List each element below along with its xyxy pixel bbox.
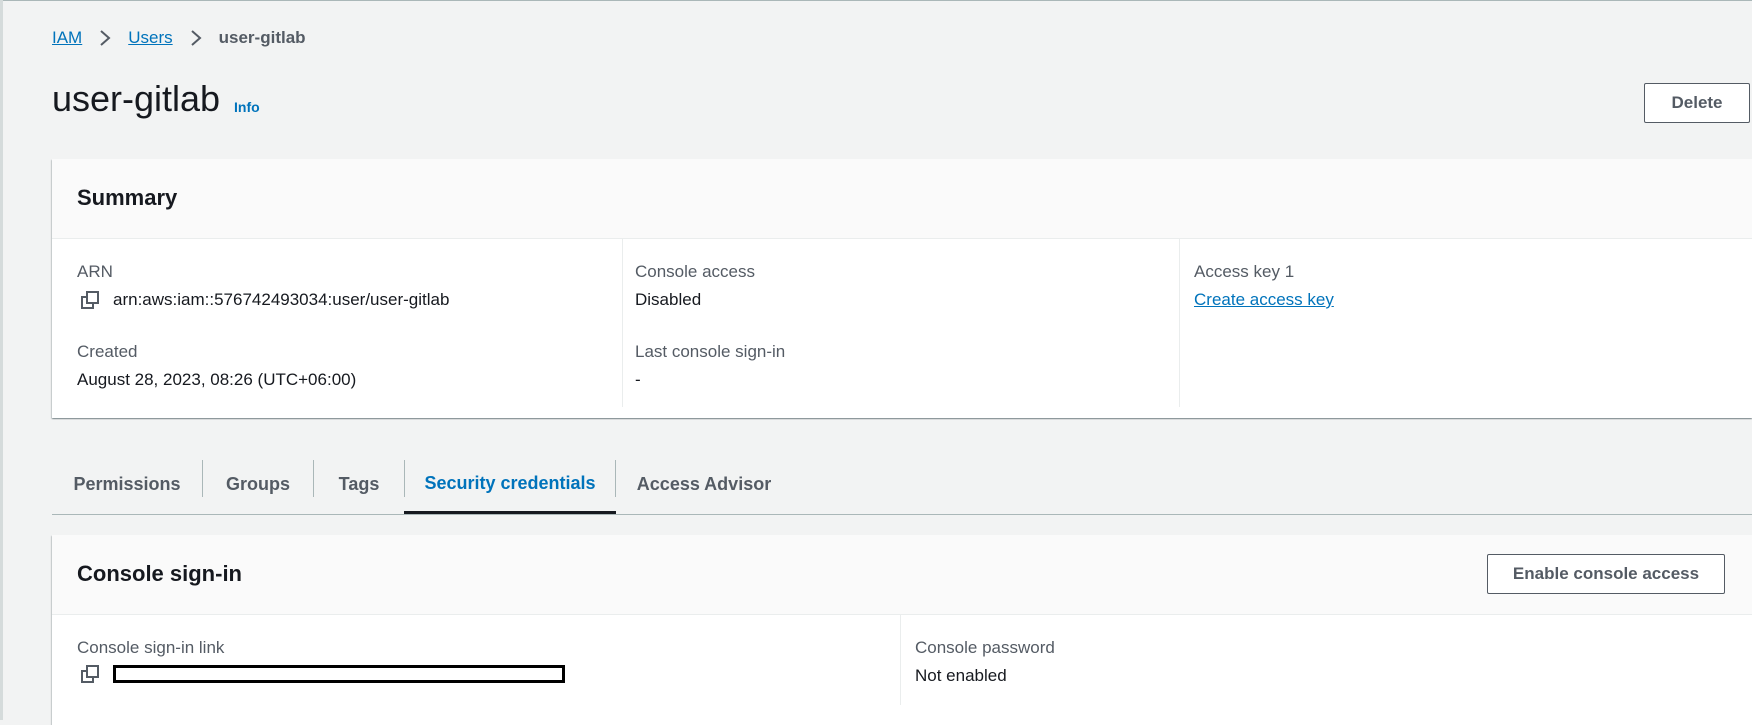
info-link[interactable]: Info <box>234 99 260 115</box>
created-label: Created <box>77 342 138 361</box>
console-password-label: Console password <box>915 638 1055 657</box>
last-signin-value: - <box>635 370 641 389</box>
console-signin-link-row <box>77 665 900 683</box>
arn-value: arn:aws:iam::576742493034:user/user-gitl… <box>113 290 450 309</box>
create-access-key-link[interactable]: Create access key <box>1194 289 1334 311</box>
delete-button[interactable]: Delete <box>1644 83 1750 123</box>
console-signin-link-label: Console sign-in link <box>77 638 225 657</box>
summary-column-identity: ARN arn:aws:iam::576742493034:user/user-… <box>52 239 622 407</box>
console-password-column: Console password Not enabled <box>900 615 1752 705</box>
summary-column-access-key: Access key 1 Create access key <box>1179 239 1752 407</box>
summary-title: Summary <box>77 185 178 210</box>
redacted-signin-link <box>113 665 565 683</box>
breadcrumb-current: user-gitlab <box>218 28 306 47</box>
summary-header: Summary <box>52 159 1752 239</box>
tab-security-credentials[interactable]: Security credentials <box>404 455 616 514</box>
left-border <box>0 0 3 720</box>
page-title: user-gitlab <box>52 78 221 119</box>
copy-icon[interactable] <box>81 291 101 309</box>
console-signin-title: Console sign-in <box>77 561 242 586</box>
tab-groups[interactable]: Groups <box>203 455 313 514</box>
copy-icon[interactable] <box>81 665 101 683</box>
access-key-label: Access key 1 <box>1194 262 1295 281</box>
breadcrumb-link-users[interactable]: Users <box>128 28 172 48</box>
chevron-right-icon <box>92 29 118 48</box>
summary-panel: Summary ARN arn:aws:iam::576742493034:us… <box>52 159 1752 418</box>
arn-row: arn:aws:iam::576742493034:user/user-gitl… <box>77 289 622 311</box>
tab-access-advisor[interactable]: Access Advisor <box>616 455 792 514</box>
chevron-right-icon <box>183 29 209 48</box>
last-signin-label: Last console sign-in <box>635 342 786 361</box>
console-password-value: Not enabled <box>915 666 1007 685</box>
console-access-value: Disabled <box>635 290 702 309</box>
tab-permissions[interactable]: Permissions <box>52 455 202 514</box>
enable-console-access-button[interactable]: Enable console access <box>1487 554 1725 594</box>
console-access-label: Console access <box>635 262 756 281</box>
tab-bar: Permissions Groups Tags Security credent… <box>52 455 1752 515</box>
created-value: August 28, 2023, 08:26 (UTC+06:00) <box>77 370 357 389</box>
top-border <box>0 0 1752 1</box>
breadcrumb-link-iam[interactable]: IAM <box>52 28 82 48</box>
breadcrumb: IAM Users user-gitlab <box>52 28 306 48</box>
console-signin-link-column: Console sign-in link <box>52 615 900 705</box>
tab-tags[interactable]: Tags <box>314 455 404 514</box>
summary-column-console: Console access Disabled Last console sig… <box>622 239 1179 407</box>
arn-label: ARN <box>77 262 113 281</box>
